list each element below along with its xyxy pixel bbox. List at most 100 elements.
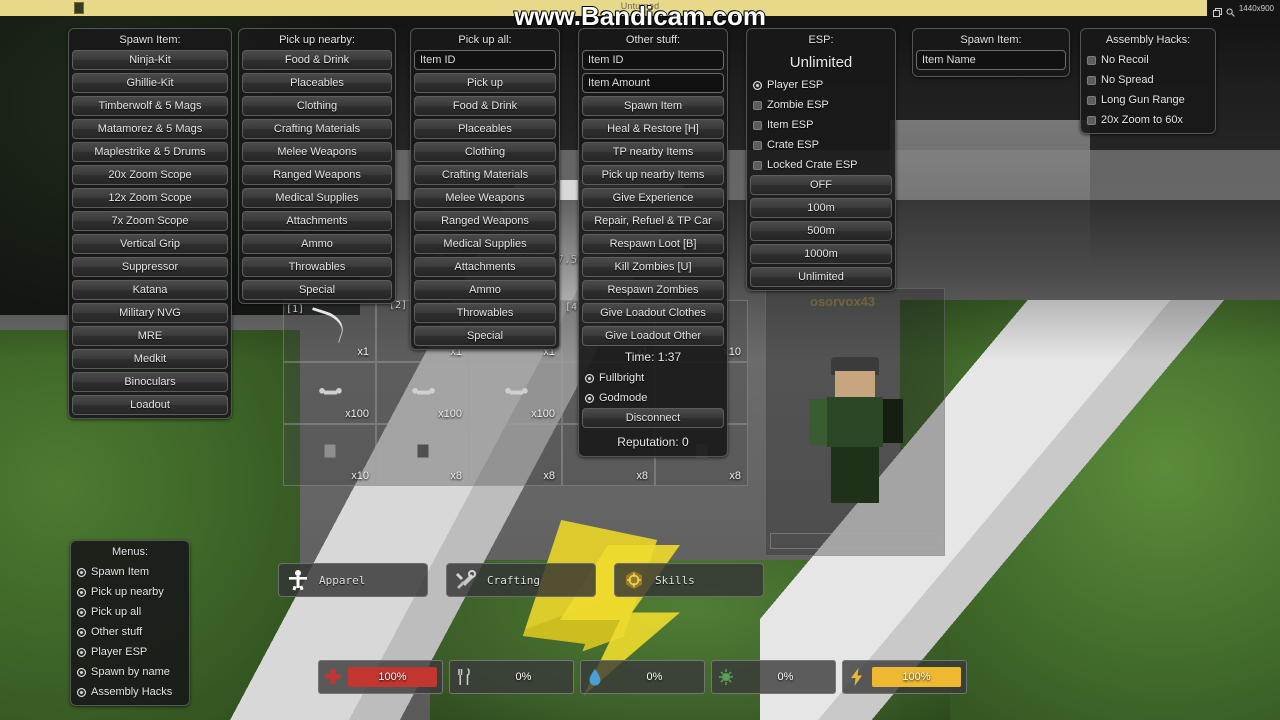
tab-crafting[interactable]: Crafting	[446, 563, 596, 597]
pickup-all-throwables[interactable]: Throwables	[414, 303, 556, 323]
status-bar-track: 0%	[741, 661, 830, 693]
checkbox-checked-icon	[77, 567, 86, 577]
disconnect-button[interactable]: Disconnect	[582, 408, 724, 428]
pickup-nearby-ranged-weapons[interactable]: Ranged Weapons	[242, 165, 392, 185]
equip-slot-2[interactable]	[871, 534, 905, 548]
pickup-all-clothing[interactable]: Clothing	[414, 142, 556, 162]
menu-toggle-pick-up-nearby[interactable]: Pick up nearby	[74, 582, 186, 602]
inventory-slot-quantity: x10	[351, 470, 369, 482]
pickup-nearby-special[interactable]: Special	[242, 280, 392, 300]
spawn-item-timberwolf-5-mags[interactable]: Timberwolf & 5 Mags	[72, 96, 228, 116]
inventory-slot-quantity: x8	[729, 470, 741, 482]
spawn-item-medkit[interactable]: Medkit	[72, 349, 228, 369]
item-name-input[interactable]: Item Name	[916, 50, 1066, 70]
pickup-nearby-throwables[interactable]: Throwables	[242, 257, 392, 277]
toggle-label: No Recoil	[1101, 54, 1149, 66]
menu-toggle-player-esp[interactable]: Player ESP	[74, 642, 186, 662]
spawn-item-7x-zoom-scope[interactable]: 7x Zoom Scope	[72, 211, 228, 231]
esp-toggle-item-esp[interactable]: Item ESP	[750, 115, 892, 135]
assembly-toggle-no-recoil[interactable]: No Recoil	[1084, 50, 1212, 70]
inventory-slot[interactable]: ●▬● x100	[283, 362, 376, 424]
other-respawn-loot-b[interactable]: Respawn Loot [B]	[582, 234, 724, 254]
equip-slot-1[interactable]	[771, 534, 871, 548]
menu-toggle-other-stuff[interactable]: Other stuff	[74, 622, 186, 642]
pickup-all-attachments[interactable]: Attachments	[414, 257, 556, 277]
tab-apparel[interactable]: Apparel	[278, 563, 428, 597]
pickup-nearby-crafting-materials[interactable]: Crafting Materials	[242, 119, 392, 139]
spawn-item-mre[interactable]: MRE	[72, 326, 228, 346]
other-item-amount-input[interactable]: Item Amount	[582, 73, 724, 93]
esp-toggle-player-esp[interactable]: Player ESP	[750, 75, 892, 95]
spawn-item-loadout[interactable]: Loadout	[72, 395, 228, 415]
reputation-label: Reputation: 0	[617, 435, 689, 449]
pickup-nearby-medical-supplies[interactable]: Medical Supplies	[242, 188, 392, 208]
pickup-all-ammo[interactable]: Ammo	[414, 280, 556, 300]
esp-range-unlimited[interactable]: Unlimited	[750, 267, 892, 287]
esp-range-1000m[interactable]: 1000m	[750, 244, 892, 264]
other-tp-nearby-items[interactable]: TP nearby Items	[582, 142, 724, 162]
pickup-all-pick-up[interactable]: Pick up	[414, 73, 556, 93]
pickup-nearby-food-drink[interactable]: Food & Drink	[242, 50, 392, 70]
spawn-item-vertical-grip[interactable]: Vertical Grip	[72, 234, 228, 254]
spawn-item-military-nvg[interactable]: Military NVG	[72, 303, 228, 323]
other-give-loadout-clothes[interactable]: Give Loadout Clothes	[582, 303, 724, 323]
pickup-nearby-ammo[interactable]: Ammo	[242, 234, 392, 254]
inventory-slot[interactable]: x8	[469, 424, 562, 486]
spawn-item-maplestrike-5-drums[interactable]: Maplestrike & 5 Drums	[72, 142, 228, 162]
other-heal-restore-h[interactable]: Heal & Restore [H]	[582, 119, 724, 139]
esp-range-off[interactable]: OFF	[750, 175, 892, 195]
assembly-toggle-20x-zoom-to-60x[interactable]: 20x Zoom to 60x	[1084, 110, 1212, 130]
other-repair-refuel-tp-car[interactable]: Repair, Refuel & TP Car	[582, 211, 724, 231]
pickup-nearby-melee-weapons[interactable]: Melee Weapons	[242, 142, 392, 162]
menu-toggle-pick-up-all[interactable]: Pick up all	[74, 602, 186, 622]
esp-range-500m[interactable]: 500m	[750, 221, 892, 241]
other-give-experience[interactable]: Give Experience	[582, 188, 724, 208]
binocular-icon: ●▬●	[504, 382, 529, 398]
other-stuff-panel: Other stuff: Item ID Item Amount Spawn I…	[578, 28, 728, 457]
pickup-all-ranged-weapons[interactable]: Ranged Weapons	[414, 211, 556, 231]
pickup-all-placeables[interactable]: Placeables	[414, 119, 556, 139]
equip-slot-3[interactable]	[905, 534, 939, 548]
menu-toggle-spawn-item[interactable]: Spawn Item	[74, 562, 186, 582]
assembly-toggle-no-spread[interactable]: No Spread	[1084, 70, 1212, 90]
pickup-nearby-attachments[interactable]: Attachments	[242, 211, 392, 231]
assembly-toggle-long-gun-range[interactable]: Long Gun Range	[1084, 90, 1212, 110]
tab-skills[interactable]: Skills	[614, 563, 764, 597]
esp-toggle-locked-crate-esp[interactable]: Locked Crate ESP	[750, 155, 892, 175]
other-toggle-godmode[interactable]: Godmode	[582, 388, 724, 408]
spawn-item-ninja-kit[interactable]: Ninja-Kit	[72, 50, 228, 70]
pickup-nearby-placeables[interactable]: Placeables	[242, 73, 392, 93]
spawn-item-20x-zoom-scope[interactable]: 20x Zoom Scope	[72, 165, 228, 185]
spawn-item-ghillie-kit[interactable]: Ghillie-Kit	[72, 73, 228, 93]
other-kill-zombies-u[interactable]: Kill Zombies [U]	[582, 257, 724, 277]
toggle-label: Pick up all	[91, 606, 142, 618]
esp-toggle-zombie-esp[interactable]: Zombie ESP	[750, 95, 892, 115]
inventory-slot[interactable]: x8	[376, 424, 469, 486]
other-item-id-input[interactable]: Item ID	[582, 50, 724, 70]
spawn-item-12x-zoom-scope[interactable]: 12x Zoom Scope	[72, 188, 228, 208]
menu-toggle-spawn-by-name[interactable]: Spawn by name	[74, 662, 186, 682]
pick-up-all-item-id-input[interactable]: Item ID	[414, 50, 556, 70]
esp-toggle-crate-esp[interactable]: Crate ESP	[750, 135, 892, 155]
other-give-loadout-other[interactable]: Give Loadout Other	[582, 326, 724, 346]
other-respawn-zombies[interactable]: Respawn Zombies	[582, 280, 724, 300]
pickup-nearby-clothing[interactable]: Clothing	[242, 96, 392, 116]
inventory-slot[interactable]: ●▬● x100	[469, 362, 562, 424]
other-pick-up-nearby-items[interactable]: Pick up nearby Items	[582, 165, 724, 185]
inventory-slot[interactable]: x10	[283, 424, 376, 486]
other-spawn-item[interactable]: Spawn Item	[582, 96, 724, 116]
spawn-item-katana[interactable]: Katana	[72, 280, 228, 300]
inventory-slot[interactable]: ●▬● x100	[376, 362, 469, 424]
other-toggle-fullbright[interactable]: Fullbright	[582, 368, 724, 388]
spawn-item-suppressor[interactable]: Suppressor	[72, 257, 228, 277]
pickup-all-medical-supplies[interactable]: Medical Supplies	[414, 234, 556, 254]
pickup-all-special[interactable]: Special	[414, 326, 556, 346]
spawn-item-matamorez-5-mags[interactable]: Matamorez & 5 Mags	[72, 119, 228, 139]
pickup-all-melee-weapons[interactable]: Melee Weapons	[414, 188, 556, 208]
esp-range-100m[interactable]: 100m	[750, 198, 892, 218]
pickup-all-food-drink[interactable]: Food & Drink	[414, 96, 556, 116]
spawn-item-binoculars[interactable]: Binoculars	[72, 372, 228, 392]
menu-toggle-assembly-hacks[interactable]: Assembly Hacks	[74, 682, 186, 702]
pickup-all-crafting-materials[interactable]: Crafting Materials	[414, 165, 556, 185]
character-equip-bar[interactable]	[770, 533, 940, 549]
